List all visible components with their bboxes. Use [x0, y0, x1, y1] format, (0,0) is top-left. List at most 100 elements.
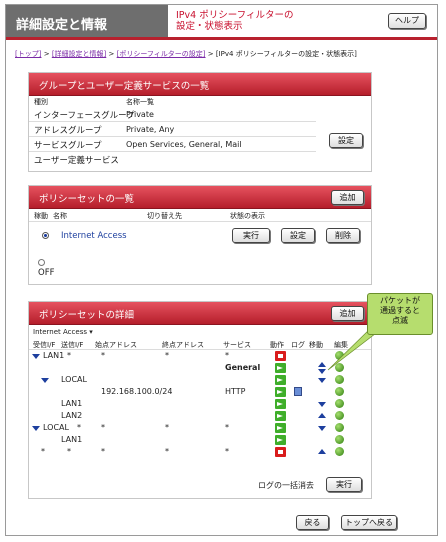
move-down-icon[interactable] — [318, 426, 326, 431]
table-row: 192.168.100.0/24 HTTP — [29, 386, 371, 398]
group-row: アドレスグループ Private, Any — [29, 122, 316, 137]
group-row: ユーザー定義サービス — [29, 152, 316, 167]
cell-src: 192.168.100.0/24 — [101, 387, 173, 396]
col-names-header: 名称一覧 — [126, 98, 154, 106]
cell-svc: * — [225, 351, 229, 360]
cell-out: LOCAL — [61, 375, 87, 384]
cell-svc: * — [225, 423, 229, 432]
cell-dst: * — [165, 351, 169, 360]
log-clear-row: ログの一括消去 実行 — [29, 476, 371, 494]
cell-in: LOCAL — [43, 423, 69, 432]
cell-out: * — [77, 423, 81, 432]
breadcrumb-policy-link[interactable]: [ポリシーフィルターの設定] — [117, 50, 206, 58]
group-row: インターフェースグループ Private — [29, 107, 316, 122]
policyset-header-row: 稼動 名称 切り替え先 状態の表示 — [29, 210, 371, 222]
chevron-down-icon: ▾ — [89, 328, 93, 336]
details-add-button[interactable]: 追加 — [331, 306, 364, 321]
breadcrumb-sep: > — [108, 50, 115, 58]
back-button[interactable]: 戻る — [296, 515, 329, 530]
edit-icon[interactable] — [335, 387, 344, 396]
group-type: ユーザー定義サービス — [34, 156, 119, 166]
page-subtitle: IPv4 ポリシーフィルターの 設定・状態表示 — [176, 10, 293, 32]
table-row: * * * * * — [29, 446, 371, 458]
col-action-header: 動作 — [270, 341, 284, 349]
col-switch-header: 切り替え先 — [147, 212, 182, 220]
cell-out: * — [67, 447, 71, 456]
breadcrumb-detail-link[interactable]: [詳細設定と情報] — [52, 50, 106, 58]
collapse-icon[interactable] — [32, 354, 40, 359]
breadcrumb: [トップ] > [詳細設定と情報] > [ポリシーフィルターの設定] > [IP… — [15, 49, 357, 59]
move-down-icon[interactable] — [318, 378, 326, 383]
group-names: Private — [126, 110, 154, 119]
groups-panel: グループとユーザー定義サービスの一覧 種別 名称一覧 インターフェースグループ … — [28, 72, 372, 172]
reject-action-icon — [275, 447, 286, 457]
edit-icon[interactable] — [335, 375, 344, 384]
policyset-run-button[interactable]: 実行 — [232, 228, 270, 243]
edit-icon[interactable] — [335, 351, 344, 360]
callout-line3: 点滅 — [392, 316, 408, 325]
set-select[interactable]: Internet Access ▾ — [33, 328, 93, 336]
policyset-panel-title: ポリシーセットの一覧 — [39, 194, 135, 205]
col-log-header: ログ — [291, 341, 305, 349]
cell-dst: * — [165, 447, 169, 456]
cell-src: * — [101, 447, 105, 456]
table-row: General — [29, 362, 371, 374]
breadcrumb-sep: > — [43, 50, 50, 58]
col-active-header: 稼動 — [34, 212, 48, 220]
cell-svc: HTTP — [225, 387, 246, 396]
edit-icon[interactable] — [335, 411, 344, 420]
cell-dst: * — [165, 423, 169, 432]
pass-action-icon — [275, 435, 286, 445]
cell-out: LAN1 — [61, 435, 83, 444]
pass-action-icon — [275, 411, 286, 421]
pass-action-icon — [275, 387, 286, 397]
table-row: LOCAL — [29, 374, 371, 386]
policyset-name: Internet Access — [61, 231, 127, 241]
move-up-icon[interactable] — [318, 449, 326, 454]
col-edit-header: 編集 — [334, 341, 348, 349]
subtitle-line1: IPv4 ポリシーフィルターの — [176, 10, 294, 21]
page-title: 詳細設定と情報 — [6, 5, 168, 37]
set-select-value: Internet Access — [33, 328, 87, 336]
table-row: LOCAL * * * * — [29, 422, 371, 434]
move-down-icon[interactable] — [318, 402, 326, 407]
move-up-icon[interactable] — [318, 413, 326, 418]
page-header: 詳細設定と情報 IPv4 ポリシーフィルターの 設定・状態表示 ヘルプ — [6, 5, 437, 37]
cell-svc: * — [225, 447, 229, 456]
policyset-add-button[interactable]: 追加 — [331, 190, 364, 205]
edit-icon[interactable] — [335, 399, 344, 408]
details-panel-title: ポリシーセットの詳細 — [39, 310, 135, 321]
header-divider — [6, 37, 437, 40]
groups-settings-button[interactable]: 設定 — [329, 133, 363, 148]
log-clear-button[interactable]: 実行 — [326, 477, 362, 492]
edit-icon[interactable] — [335, 435, 344, 444]
col-move-header: 移動 — [309, 341, 323, 349]
move-up-icon[interactable] — [318, 362, 326, 367]
pass-action-icon — [275, 363, 286, 373]
table-row: LAN1 * * * * — [29, 350, 371, 362]
groups-panel-title: グループとユーザー定義サービスの一覧 — [29, 73, 371, 96]
col-src-header: 始点アドレス — [95, 341, 137, 349]
back-to-top-button[interactable]: トップへ戻る — [341, 515, 397, 530]
edit-icon[interactable] — [335, 363, 344, 372]
collapse-icon[interactable] — [41, 378, 49, 383]
callout-line1: パケットが — [380, 296, 420, 305]
policyset-off-radio[interactable] — [38, 259, 45, 266]
group-row: サービスグループ Open Services, General, Mail — [29, 137, 316, 152]
log-clear-label: ログの一括消去 — [258, 481, 314, 490]
policyset-delete-button[interactable]: 削除 — [326, 228, 360, 243]
set-select-row: Internet Access ▾ — [29, 328, 371, 338]
edit-icon[interactable] — [335, 447, 344, 456]
help-button[interactable]: ヘルプ — [388, 13, 426, 29]
subtitle-line2: 設定・状態表示 — [176, 21, 243, 32]
table-row: LAN1 — [29, 398, 371, 410]
policyset-active-radio[interactable] — [42, 232, 49, 239]
details-header-row: 受信I/F 送信I/F 始点アドレス 終点アドレス サービス 動作 ログ 移動 … — [29, 338, 371, 350]
col-name-header: 名称 — [53, 212, 67, 220]
breadcrumb-top-link[interactable]: [トップ] — [15, 50, 41, 58]
collapse-icon[interactable] — [32, 426, 40, 431]
cell-src: * — [101, 351, 105, 360]
policyset-settings-button[interactable]: 設定 — [281, 228, 315, 243]
edit-icon[interactable] — [335, 423, 344, 432]
group-type: アドレスグループ — [34, 126, 102, 136]
